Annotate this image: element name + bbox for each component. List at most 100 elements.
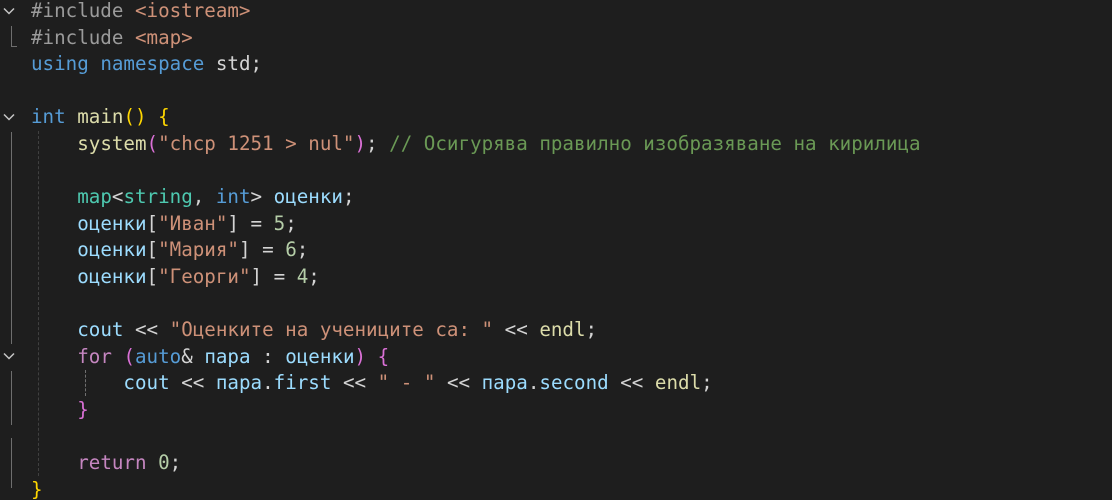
code-editor[interactable]: #include <iostream> #include <map> using n… — [0, 0, 1112, 500]
code-line[interactable]: for (auto& пара : оценки) { — [31, 344, 389, 370]
code-line[interactable]: } — [31, 397, 89, 423]
code-token: namespace — [100, 52, 205, 76]
code-token: . — [527, 371, 540, 395]
code-token: << — [608, 371, 655, 395]
code-line[interactable]: оценки["Георги"] = 4; — [31, 264, 320, 290]
code-line[interactable]: return 0; — [31, 450, 181, 476]
code-token: ; — [585, 318, 598, 342]
code-token: << — [123, 318, 170, 342]
code-token: system — [77, 132, 147, 155]
code-token: << — [169, 371, 216, 395]
code-token: . — [262, 371, 274, 395]
code-token: ; — [296, 238, 309, 262]
code-token: оценки — [77, 238, 147, 262]
code-token: > — [250, 185, 274, 209]
code-line[interactable]: cout << пара.first << " - " << пара.seco… — [31, 370, 713, 396]
code-token: оценки — [273, 185, 343, 209]
code-line[interactable]: map<string, int> оценки; — [31, 184, 355, 210]
code-token: { — [158, 105, 170, 129]
chevron-down-icon[interactable] — [2, 349, 16, 363]
code-token: int — [215, 185, 251, 209]
code-token: #include — [31, 0, 135, 22]
code-token: оценки — [77, 265, 147, 288]
code-token: cout — [77, 318, 124, 342]
code-token: "Георги" — [158, 265, 251, 288]
code-token: auto — [135, 344, 182, 368]
code-token: ; — [342, 185, 355, 209]
code-line[interactable]: оценки["Мария"] = 6; — [31, 237, 308, 263]
code-token: 5 — [273, 211, 286, 235]
code-token: // Осигурява правилно изобразяване на ки… — [389, 132, 921, 155]
chevron-down-icon[interactable] — [2, 4, 16, 18]
code-line[interactable]: using namespace std; — [31, 51, 262, 77]
code-token: ; — [169, 451, 182, 475]
code-line[interactable]: } — [31, 477, 43, 500]
code-line[interactable]: system("chcp 1251 > nul"); // Осигурява … — [31, 131, 921, 157]
code-token: } — [77, 398, 89, 421]
code-token: return — [77, 451, 147, 475]
fold-scope-line — [11, 132, 12, 344]
code-token: << — [331, 371, 378, 395]
code-token: & — [181, 344, 205, 368]
fold-scope-end — [11, 46, 17, 47]
code-token: оценки — [77, 211, 147, 235]
code-token: 6 — [285, 238, 297, 262]
code-token: cout — [123, 371, 170, 395]
code-token: string — [123, 185, 193, 209]
code-token: ] = — [250, 265, 297, 288]
code-token: ) — [354, 132, 367, 155]
code-line[interactable]: #include <map> — [31, 25, 193, 51]
code-token: "Мария" — [158, 238, 239, 262]
code-token: ; — [701, 371, 713, 395]
code-token: #include — [31, 25, 135, 49]
code-token: ] = — [238, 238, 286, 262]
code-token: "Иван" — [158, 211, 228, 235]
code-token: < — [111, 185, 124, 209]
code-token: ; — [308, 265, 320, 288]
code-line[interactable]: оценки["Иван"] = 5; — [31, 211, 297, 237]
chevron-down-icon[interactable] — [2, 110, 16, 124]
code-token: endl — [654, 371, 702, 395]
code-token: () — [123, 105, 147, 129]
code-token: [ — [146, 211, 159, 235]
code-token: second — [539, 371, 609, 395]
code-token: ; — [285, 211, 297, 235]
code-line[interactable] — [31, 158, 77, 184]
code-token: ] = — [227, 211, 274, 235]
code-token: ; — [366, 132, 390, 155]
code-line[interactable]: #include <iostream> — [31, 0, 251, 24]
code-token: first — [273, 371, 332, 395]
code-token: endl — [539, 318, 586, 342]
code-line[interactable]: cout << "Оценките на учениците са: " << … — [31, 317, 597, 343]
code-line[interactable] — [31, 291, 77, 317]
code-token: "Оценките на учениците са: " — [169, 318, 494, 342]
fold-gutter — [0, 0, 24, 500]
code-token: <iostream> — [134, 0, 251, 22]
code-token: { — [377, 344, 390, 368]
code-token: <map> — [134, 25, 193, 49]
code-token: using — [31, 52, 89, 76]
code-line[interactable]: int main() { — [31, 104, 170, 130]
code-token: for — [77, 344, 112, 368]
code-token: [ — [146, 238, 159, 262]
code-token: 4 — [296, 265, 309, 288]
code-token: ( — [146, 132, 159, 155]
code-token: , — [192, 185, 216, 209]
code-token: << — [435, 371, 482, 395]
code-token: : — [250, 344, 286, 368]
code-token: "chcp 1251 > nul" — [158, 132, 355, 155]
code-token: пара — [481, 371, 528, 395]
fold-scope-line — [11, 438, 12, 488]
